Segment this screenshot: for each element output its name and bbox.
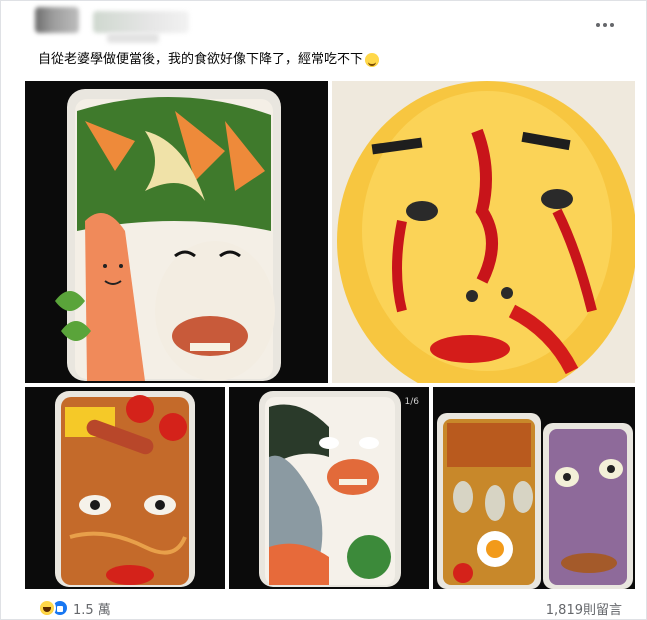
photo-3[interactable] — [25, 387, 225, 589]
smiling-face-emoji-icon — [365, 53, 380, 67]
reactions-summary[interactable]: 1.5 萬 — [38, 599, 111, 618]
post-caption: 自從老婆學做便當後，我的食欲好像下降了，經常吃不下 — [38, 51, 628, 69]
photo-1[interactable] — [25, 81, 328, 383]
more-options-icon[interactable] — [593, 15, 617, 35]
comment-count-link[interactable]: 1,819則留言 — [546, 599, 622, 618]
haha-reaction-icon — [38, 599, 56, 617]
photo-2[interactable] — [332, 81, 635, 383]
fish-bento-image — [229, 387, 429, 589]
blurred-avatar[interactable] — [35, 7, 79, 33]
blurred-author-name[interactable] — [93, 11, 189, 33]
spaghetti-bento-image — [25, 387, 225, 589]
photo-counter: 1/6 — [404, 397, 419, 407]
photo-4[interactable]: 1/6 — [229, 387, 429, 589]
omelette-face-image — [332, 81, 635, 383]
reaction-icons — [38, 599, 69, 617]
reaction-count: 1.5 萬 — [73, 602, 111, 618]
post-footer: 1.5 萬 1,819則留言 — [38, 597, 622, 619]
bento-face-salmon-image — [25, 81, 328, 383]
blurred-post-meta — [107, 33, 159, 43]
double-bento-image — [433, 387, 635, 589]
photo-5[interactable] — [433, 387, 635, 589]
post-header — [35, 7, 635, 43]
caption-text: 自從老婆學做便當後，我的食欲好像下降了，經常吃不下 — [38, 52, 364, 67]
post-card: 自從老婆學做便當後，我的食欲好像下降了，經常吃不下 1/6 1.5 萬 1,81… — [0, 0, 647, 620]
